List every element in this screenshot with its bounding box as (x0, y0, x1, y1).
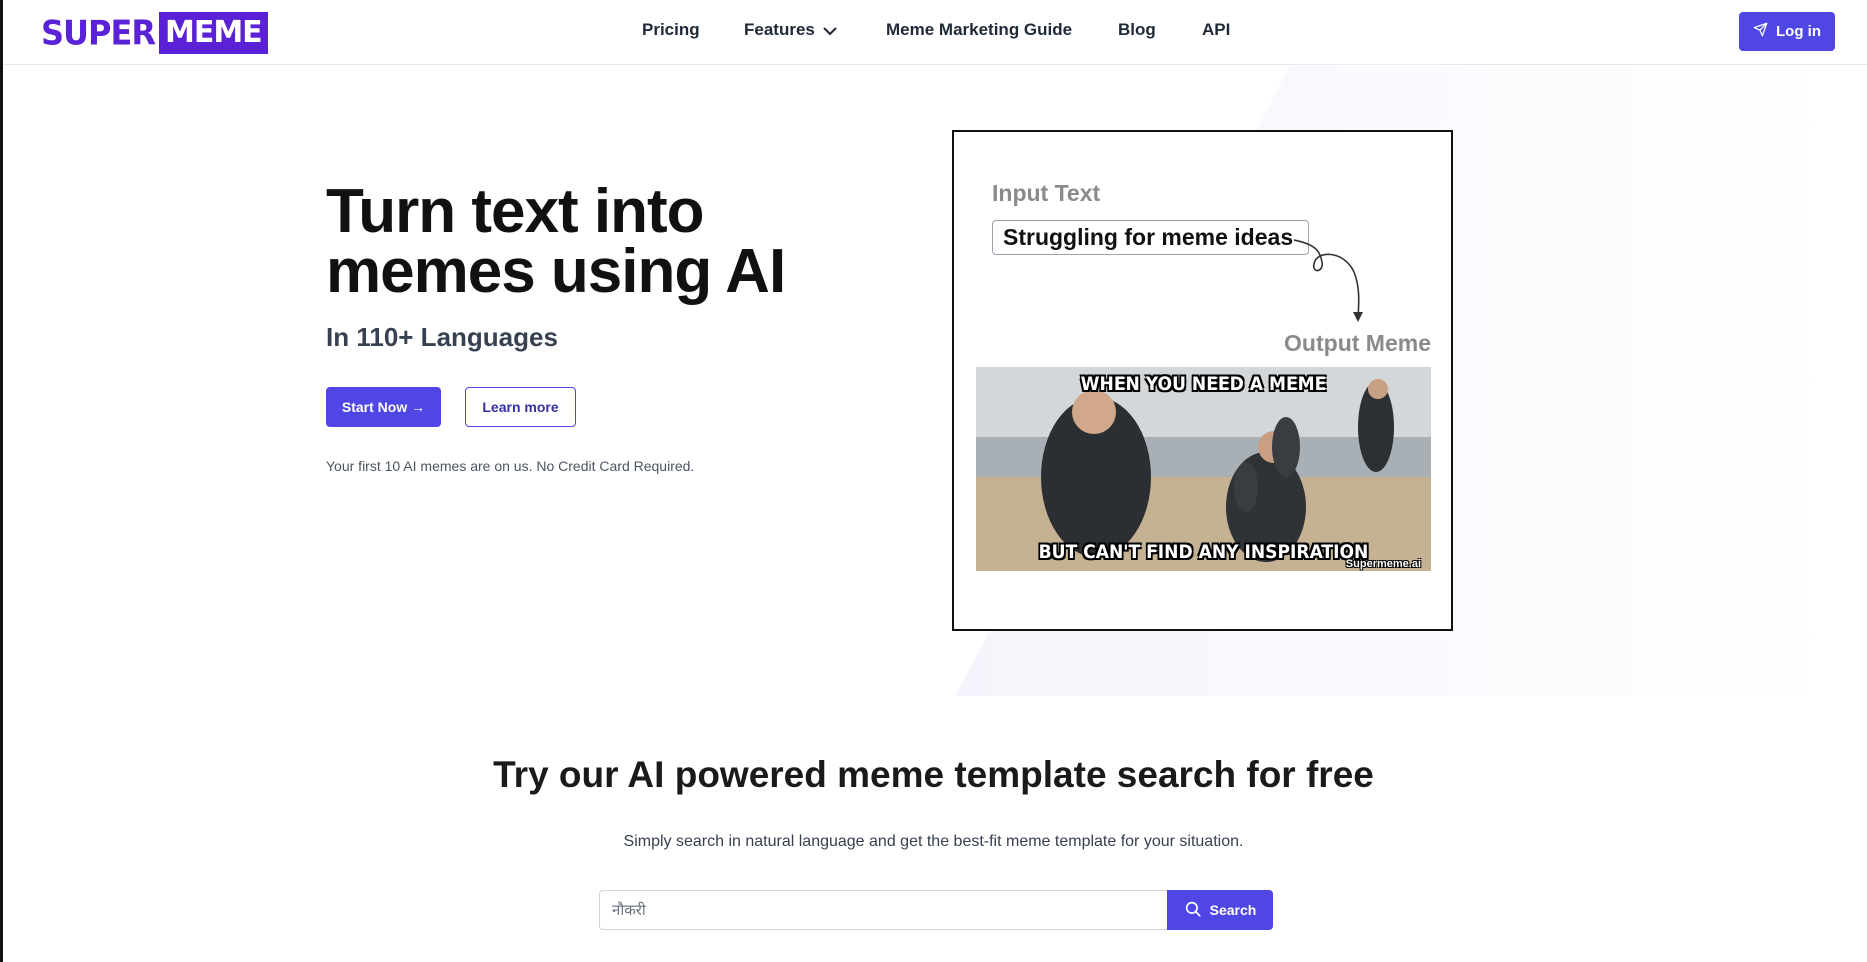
meme-template-search-input[interactable] (599, 890, 1167, 930)
nav-meme-marketing-guide[interactable]: Meme Marketing Guide (886, 20, 1072, 40)
meme-image: WHEN YOU NEED A MEME BUT CAN'T FIND ANY … (976, 367, 1431, 571)
search-button[interactable]: Search (1167, 890, 1273, 930)
meme-top-caption: WHEN YOU NEED A MEME (1080, 373, 1327, 395)
nav-features[interactable]: Features (744, 20, 837, 41)
nav-api[interactable]: API (1202, 20, 1230, 40)
login-button[interactable]: Log in (1739, 12, 1835, 51)
learn-more-button[interactable]: Learn more (465, 387, 576, 427)
curved-arrow-icon (1294, 239, 1363, 322)
search-button-label: Search (1209, 902, 1257, 918)
nav-blog[interactable]: Blog (1118, 20, 1156, 40)
hero-subtitle: In 110+ Languages (326, 322, 558, 352)
hero-free-note: Your first 10 AI memes are on us. No Cre… (326, 458, 695, 474)
hero-title: Turn text into memes using AI (326, 177, 786, 306)
send-icon (1753, 22, 1768, 41)
search-section-title: Try our AI powered meme template search … (493, 754, 1374, 795)
site-header: SUPER MEME Pricing Features Meme Marketi… (3, 0, 1867, 65)
demo-input-text: Struggling for meme ideas (992, 220, 1309, 255)
start-now-button[interactable]: Start Now → (326, 387, 441, 427)
supermeme-logo[interactable]: SUPER MEME (41, 12, 268, 54)
demo-input-label: Input Text (992, 180, 1101, 206)
nav-pricing[interactable]: Pricing (642, 20, 700, 40)
nav-features-label: Features (744, 20, 815, 39)
login-label: Log in (1776, 23, 1821, 40)
demo-output-label: Output Meme (1284, 330, 1431, 356)
chevron-down-icon (823, 21, 837, 41)
search-icon (1184, 900, 1202, 921)
logo-super-text: SUPER (41, 13, 156, 53)
search-section-subtitle: Simply search in natural language and ge… (623, 833, 1244, 850)
window-edge (0, 0, 3, 962)
logo-meme-text: MEME (158, 12, 268, 54)
demo-card: Input Text Struggling for meme ideas Out… (952, 130, 1453, 631)
meme-watermark: Supermeme.ai (1345, 558, 1421, 570)
